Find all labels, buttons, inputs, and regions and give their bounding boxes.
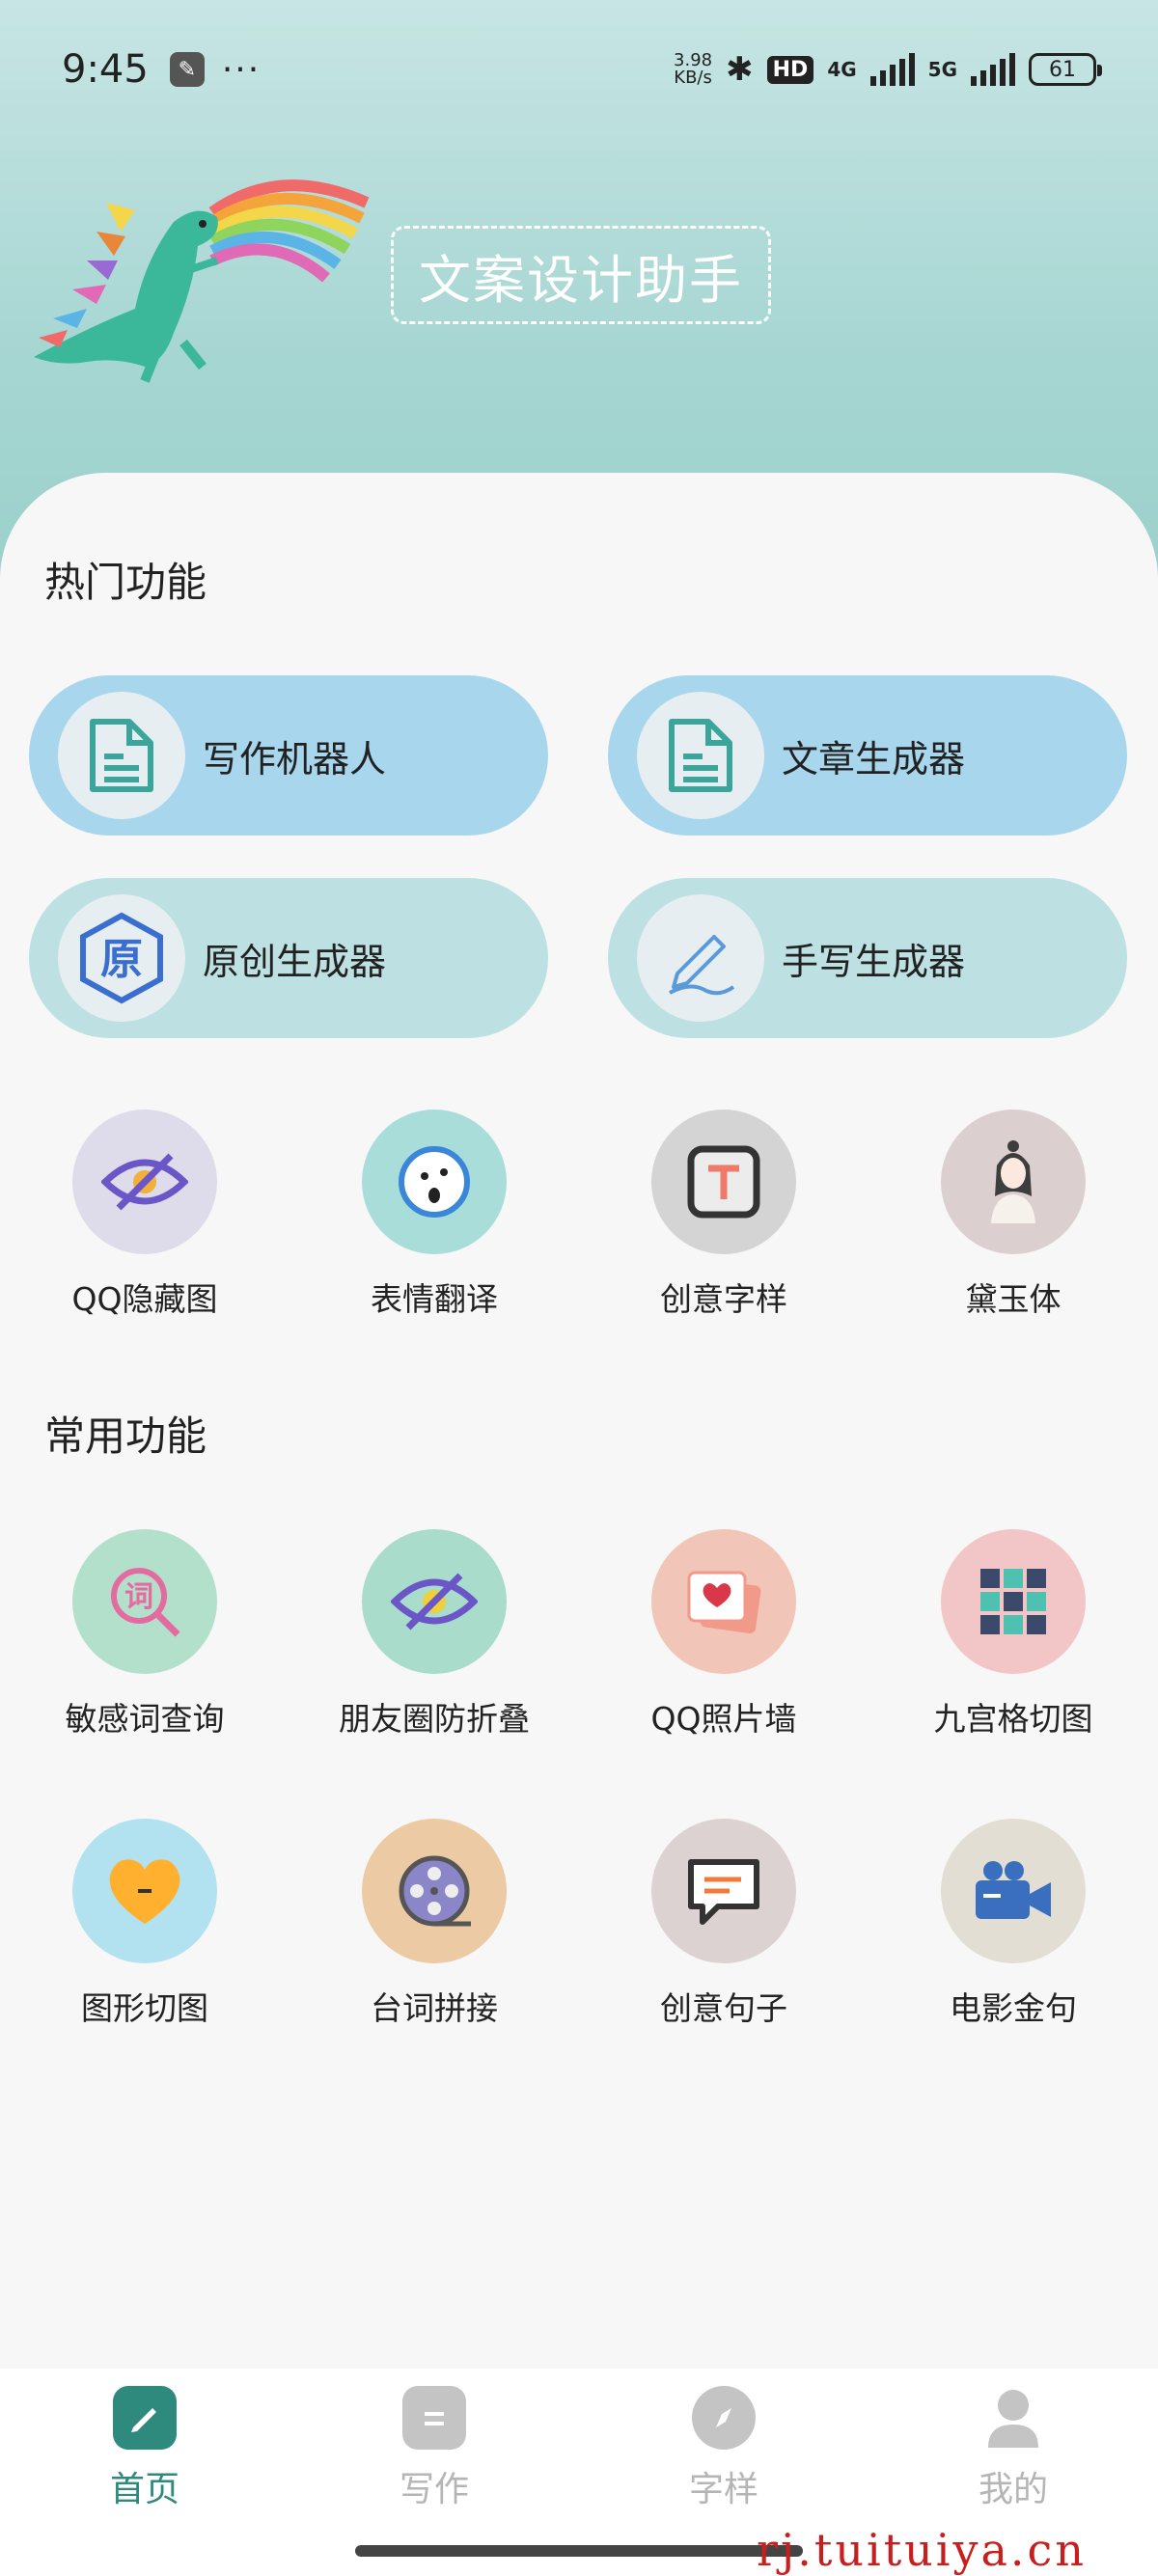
dinosaur-rainbow-illustration: [34, 179, 370, 383]
grid-label: QQ照片墙: [650, 1700, 797, 1738]
signal-5g-icon: [971, 53, 1015, 86]
net-speed-unit: KB/s: [674, 68, 712, 88]
grid-item-moments-anti-fold[interactable]: 朋友圈防折叠: [290, 1529, 579, 1740]
hd-badge: HD: [766, 55, 814, 84]
pill-label: 文章生成器: [782, 737, 966, 781]
word-search-icon: 词: [72, 1529, 217, 1674]
pill-article-generator[interactable]: 文章生成器: [608, 675, 1127, 836]
original-icon: 原: [58, 894, 185, 1022]
grid-item-sensitive-word-search[interactable]: 词 敏感词查询: [0, 1529, 290, 1740]
eye-slash-icon: [72, 1110, 217, 1254]
pen-icon: [637, 894, 764, 1022]
pill-label: 写作机器人: [203, 737, 387, 781]
grid-label: 黛玉体: [965, 1280, 1062, 1318]
document-icon: [637, 692, 764, 819]
nav-label: 我的: [978, 2470, 1048, 2509]
video-camera-icon: [941, 1819, 1086, 1963]
status-time: 9:45: [62, 47, 149, 92]
document-icon: [58, 692, 185, 819]
nav-label: 字样: [688, 2470, 758, 2509]
grid-item-daiyu-font[interactable]: 黛玉体: [868, 1110, 1158, 1320]
grid-label: 朋友圈防折叠: [339, 1700, 530, 1738]
wrench-icon: ✎: [169, 52, 205, 87]
grid-item-creative-sentence[interactable]: 创意句子: [579, 1819, 868, 2029]
pill-writing-robot[interactable]: 写作机器人: [29, 675, 548, 836]
common-section-title: 常用功能: [44, 1412, 207, 1460]
eye-slash-icon: [362, 1529, 507, 1674]
svg-text:词: 词: [124, 1580, 153, 1614]
pill-label: 原创生成器: [203, 940, 387, 983]
grid-label: 九宫格切图: [933, 1700, 1093, 1738]
app-title: 文案设计助手: [391, 226, 771, 324]
grid-label: QQ隐藏图: [71, 1280, 218, 1318]
grid-item-nine-grid-cut[interactable]: 九宫格切图: [868, 1529, 1158, 1740]
lady-icon: [941, 1110, 1086, 1254]
film-reel-icon: [362, 1819, 507, 1963]
compass-icon: [692, 2386, 756, 2450]
net-5g-label: 5G: [927, 58, 957, 81]
heart-icon: [72, 1819, 217, 1963]
grid-icon: [941, 1529, 1086, 1674]
grid-item-creative-text[interactable]: 创意字样: [579, 1110, 868, 1320]
net-4g-label: 4G: [827, 58, 857, 81]
watermark: rj.tuituiya.cn: [757, 2524, 1087, 2576]
grid-label: 创意句子: [660, 1989, 787, 2027]
grid-item-qq-hidden-image[interactable]: QQ隐藏图: [0, 1110, 290, 1320]
pill-handwriting-generator[interactable]: 手写生成器: [608, 878, 1127, 1038]
chat-icon: [651, 1819, 796, 1963]
grid-label: 表情翻译: [371, 1280, 498, 1318]
grid-item-movie-quotes[interactable]: 电影金句: [868, 1819, 1158, 2029]
user-icon: [981, 2386, 1045, 2450]
grid-label: 电影金句: [950, 1989, 1077, 2027]
grid-label: 敏感词查询: [65, 1700, 225, 1738]
signal-4g-icon: [869, 53, 915, 86]
status-bar: 9:45 ✎ ··· 3.98 KB/s ✱ HD 4G 5G 61: [0, 39, 1158, 100]
status-right: 3.98 KB/s ✱ HD 4G 5G 61: [674, 50, 1102, 89]
battery-icon: 61: [1029, 53, 1102, 86]
grid-item-line-splice[interactable]: 台词拼接: [290, 1819, 579, 2029]
svg-text:原: 原: [100, 935, 143, 984]
grid-item-shape-cut[interactable]: 图形切图: [0, 1819, 290, 2029]
bluetooth-icon: ✱: [726, 50, 754, 89]
grid-label: 台词拼接: [371, 1989, 498, 2027]
notes-icon: [402, 2386, 466, 2450]
grid-item-emoji-translate[interactable]: 表情翻译: [290, 1110, 579, 1320]
more-dots: ···: [221, 49, 262, 90]
pill-original-generator[interactable]: 原 原创生成器: [29, 878, 548, 1038]
home-indicator[interactable]: [355, 2545, 803, 2557]
grid-item-qq-photo-wall[interactable]: QQ照片墙: [579, 1529, 868, 1740]
photo-heart-icon: [651, 1529, 796, 1674]
battery-level: 61: [1049, 57, 1076, 82]
grid-label: 创意字样: [660, 1280, 787, 1318]
pencil-icon: [113, 2386, 177, 2450]
nav-label: 写作: [399, 2470, 469, 2509]
nav-label: 首页: [109, 2470, 179, 2509]
pill-label: 手写生成器: [782, 940, 966, 983]
grid-label: 图形切图: [81, 1989, 208, 2027]
hot-section-title: 热门功能: [44, 559, 207, 606]
text-t-icon: [651, 1110, 796, 1254]
nav-home[interactable]: 首页: [0, 2369, 290, 2576]
emoji-icon: [362, 1110, 507, 1254]
net-speed: 3.98 KB/s: [674, 52, 712, 87]
